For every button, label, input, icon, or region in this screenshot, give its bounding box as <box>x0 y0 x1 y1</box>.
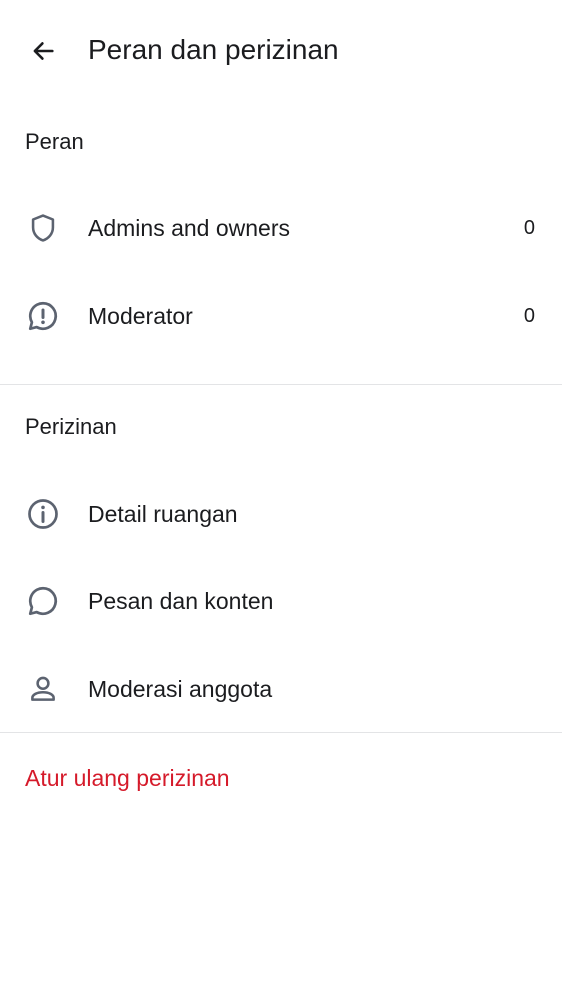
chat-bubble-icon <box>25 583 61 619</box>
back-button[interactable] <box>20 28 66 74</box>
permission-item-label: Detail ruangan <box>88 501 238 527</box>
permission-item-messages-content[interactable]: Pesan dan konten <box>0 557 562 645</box>
role-count: 0 <box>523 305 535 327</box>
arrow-left-icon <box>29 37 57 65</box>
role-item-label: Admins and owners <box>88 215 290 241</box>
info-icon <box>25 496 61 532</box>
page-title: Peran dan perizinan <box>88 34 339 65</box>
person-icon <box>25 671 61 707</box>
permission-item-member-moderation[interactable]: Moderasi anggota <box>0 645 562 733</box>
alert-chat-icon <box>25 298 61 334</box>
section-header-permissions: Perizinan <box>25 414 117 439</box>
reset-permissions-button[interactable]: Atur ulang perizinan <box>25 762 230 794</box>
top-app-bar: Peran dan perizinan <box>0 0 562 100</box>
permission-item-label: Pesan dan konten <box>88 588 274 614</box>
section-divider <box>0 732 562 733</box>
permission-item-label: Moderasi anggota <box>88 676 273 702</box>
shield-icon <box>25 210 61 246</box>
role-count: 0 <box>523 217 535 239</box>
role-item-label: Moderator <box>88 303 193 329</box>
section-header-roles: Peran <box>25 129 84 154</box>
role-item-moderator[interactable]: Moderator 0 <box>0 272 562 360</box>
permission-item-room-details[interactable]: Detail ruangan <box>0 470 562 558</box>
section-divider <box>0 384 562 385</box>
role-item-admins[interactable]: Admins and owners 0 <box>0 184 562 272</box>
